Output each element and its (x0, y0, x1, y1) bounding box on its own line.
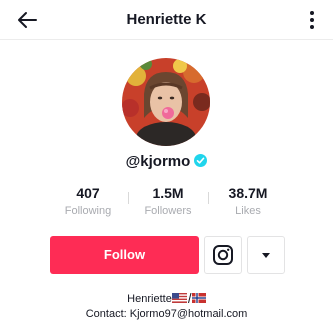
username-row: @kjormo (0, 153, 333, 170)
avatar[interactable] (122, 58, 210, 146)
instagram-icon (213, 245, 233, 265)
followers-label: Followers (144, 205, 192, 217)
us-flag-norway-flag-icon (171, 293, 206, 303)
likes-label: Likes (235, 205, 261, 217)
page-title: Henriette K (126, 11, 207, 28)
more-options-dropdown[interactable] (247, 236, 285, 274)
stats-bar: 407 Following 1.5M Followers 38.7M Likes (48, 185, 288, 221)
bio: Henriette Contact: Kjormo97@hotmail.com (0, 292, 333, 322)
following-count: 407 (76, 185, 100, 201)
following-label: Following (64, 205, 112, 217)
follow-button[interactable]: Follow (50, 236, 199, 274)
stat-likes[interactable]: 38.7M Likes (208, 185, 288, 217)
stat-followers[interactable]: 1.5M Followers (128, 185, 208, 217)
bio-contact: Contact: Kjormo97@hotmail.com (85, 308, 248, 320)
followers-count: 1.5M (152, 185, 184, 201)
bio-name-line: Henriette (0, 292, 333, 307)
caret-down-icon (262, 253, 270, 258)
vertical-dots-icon[interactable] (303, 9, 321, 31)
stat-following[interactable]: 407 Following (48, 185, 128, 217)
verified-check-icon (194, 154, 208, 167)
likes-count: 38.7M (228, 185, 268, 201)
top-bar: Henriette K (0, 0, 333, 40)
username: @kjormo (125, 153, 191, 170)
bio-name: Henriette (127, 293, 172, 305)
avatar-image (122, 58, 210, 146)
instagram-button[interactable] (204, 236, 242, 274)
